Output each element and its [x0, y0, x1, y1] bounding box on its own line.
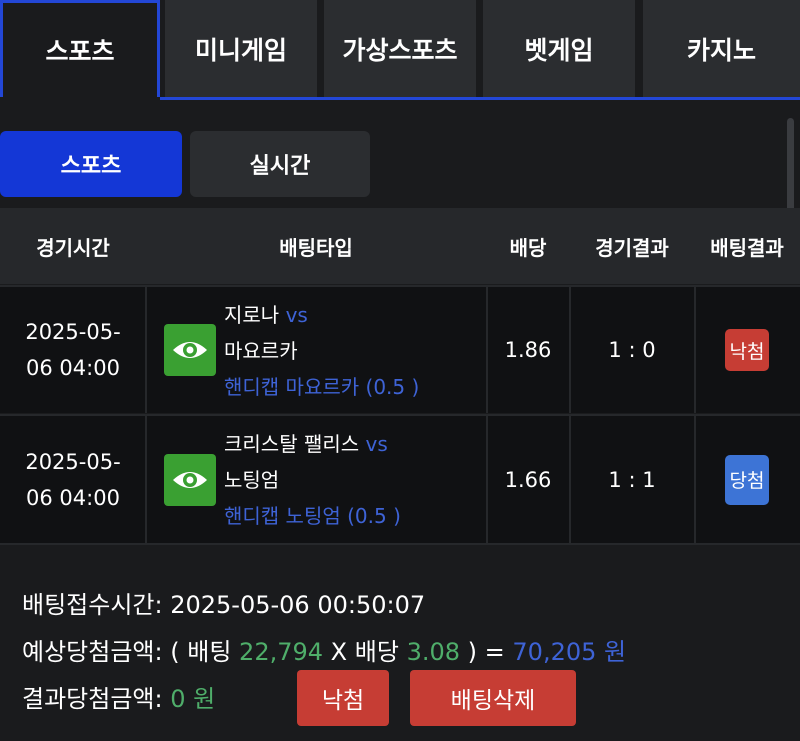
- tab-sports[interactable]: 스포츠: [0, 0, 160, 97]
- game-time: 2025-05- 06 04:00: [25, 449, 121, 510]
- tab-minigame[interactable]: 미니게임: [165, 0, 317, 97]
- home-team: 크리스탈 팰리스: [224, 432, 360, 456]
- total-odds: 3.08: [406, 638, 461, 666]
- header-score: 경기결과: [595, 235, 669, 260]
- away-team: 마요르카: [224, 339, 298, 363]
- expected-amount: 70,205 원: [512, 638, 627, 666]
- table-header: 경기시간 배팅타입 배당 경기결과 배팅결과: [0, 208, 800, 284]
- game-score: 1 : 0: [608, 338, 656, 362]
- eye-icon[interactable]: [164, 454, 216, 506]
- status-button[interactable]: 낙첨: [297, 670, 389, 726]
- delete-bet-button[interactable]: 배팅삭제: [410, 670, 576, 726]
- home-team: 지로나: [224, 303, 280, 327]
- eye-icon[interactable]: [164, 324, 216, 376]
- subtab-live[interactable]: 실시간: [190, 131, 370, 197]
- game-score: 1 : 1: [608, 467, 656, 492]
- vs-label: vs: [285, 303, 308, 327]
- result-payout: 결과당첨금액: 0 원: [22, 685, 216, 713]
- game-time: 2025-05- 06 04:00: [25, 320, 121, 380]
- match-info: 지로나 vs 마요르카 핸디캡 마요르카 (0.5 ): [224, 297, 419, 405]
- category-tabs: 스포츠 미니게임 가상스포츠 벳게임 카지노: [0, 0, 800, 100]
- table-row: 2025-05- 06 04:00 크리스탈 팰리스 vs 노팅엄 핸디캡 노팅엄…: [0, 414, 800, 545]
- bet-amount: 22,794: [239, 638, 324, 666]
- subtab-sports[interactable]: 스포츠: [0, 131, 182, 197]
- tabs-underline: [160, 97, 800, 100]
- tab-virtual-sports[interactable]: 가상스포츠: [324, 0, 476, 97]
- bet-pick: 핸디캡 마요르카 (0.5 ): [224, 375, 420, 399]
- header-odds: 배당: [509, 235, 547, 260]
- odds-value: 1.66: [504, 467, 552, 492]
- header-bet-type: 배팅타입: [279, 235, 353, 260]
- status-badge: 당첨: [725, 454, 769, 505]
- header-result: 배팅결과: [710, 235, 784, 260]
- away-team: 노팅엄: [224, 468, 280, 492]
- bet-received-time: 배팅접수시간: 2025-05-06 00:50:07: [22, 591, 426, 619]
- vs-label: vs: [365, 432, 388, 456]
- status-badge: 낙첨: [725, 329, 769, 371]
- header-time: 경기시간: [36, 235, 110, 260]
- odds-value: 1.86: [504, 338, 552, 362]
- bet-pick: 핸디캡 노팅엄 (0.5 ): [224, 504, 401, 528]
- expected-payout: 예상당첨금액: ( 배팅 22,794 X 배당 3.08 ) = 70,205…: [22, 638, 627, 666]
- table-row: 2025-05- 06 04:00 지로나 vs 마요르카 핸디캡 마요르카 (0…: [0, 285, 800, 413]
- scrollbar[interactable]: [787, 118, 794, 216]
- match-info: 크리스탈 팰리스 vs 노팅엄 핸디캡 노팅엄 (0.5 ): [224, 426, 401, 534]
- tab-casino[interactable]: 카지노: [643, 0, 800, 97]
- result-amount: 0 원: [170, 685, 216, 713]
- tab-betgame[interactable]: 벳게임: [483, 0, 635, 97]
